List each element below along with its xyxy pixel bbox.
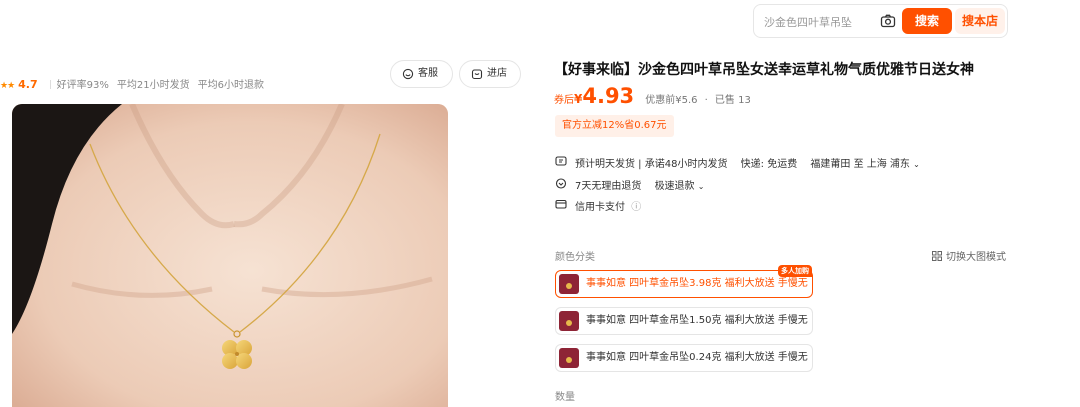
separator-dot: · xyxy=(704,95,708,106)
info-icon[interactable]: ⓘ xyxy=(631,202,641,213)
option-label: 事事如意 四叶草金吊坠3.98克 福利大放送 手慢无 xyxy=(586,278,808,289)
refund-policy[interactable]: 极速退款 xyxy=(655,181,695,192)
option-thumbnail xyxy=(559,348,579,368)
search-input[interactable]: 沙金色四叶草吊坠 xyxy=(764,14,852,30)
headset-icon xyxy=(402,68,414,80)
original-price: 优惠前¥5.6 xyxy=(645,95,698,106)
product-image[interactable] xyxy=(12,104,448,407)
search-shop-button[interactable]: 搜本店 xyxy=(955,8,1005,34)
price-value: 4.93 xyxy=(582,84,635,108)
popular-badge: 多人加购 xyxy=(778,265,812,277)
necklace-photo xyxy=(12,104,448,407)
enter-shop-button[interactable]: 进店 xyxy=(459,60,521,88)
stat-positive-rate: 好评率93% xyxy=(56,80,109,91)
ship-time: 预计明天发货 | 承诺48小时内发货 xyxy=(575,159,728,170)
option-item-1[interactable]: 事事如意 四叶草金吊坠3.98克 福利大放送 手慢无 多人加购 xyxy=(555,265,813,298)
rating-stars-icon: ★★ xyxy=(0,81,15,91)
shop-stats: ★★ 4.7 好评率93% 平均21小时发货 平均6小时退款 xyxy=(0,76,272,91)
camera-icon[interactable] xyxy=(880,13,896,29)
option-thumbnail xyxy=(559,311,579,331)
return-policy: 7天无理由退货 xyxy=(575,181,642,192)
price-label: 券后 xyxy=(554,95,574,106)
product-title: 【好事来临】沙金色四叶草吊坠女送幸运草礼物气质优雅节日送女神 xyxy=(554,62,974,78)
divider xyxy=(49,80,51,89)
option-item-2[interactable]: 事事如意 四叶草金吊坠1.50克 福利大放送 手慢无 xyxy=(555,307,813,335)
stat-ship-time: 平均21小时发货 xyxy=(116,80,190,91)
chevron-down-icon[interactable]: ⌄ xyxy=(913,160,920,169)
search-button[interactable]: 搜索 xyxy=(902,8,952,34)
credit-card-icon xyxy=(555,199,567,209)
chevron-down-icon[interactable]: ⌄ xyxy=(698,182,705,191)
option-thumbnail xyxy=(559,274,579,294)
big-image-mode-toggle[interactable]: 切换大图模式 xyxy=(932,248,1006,263)
customer-service-label: 客服 xyxy=(418,68,438,79)
option-label: 事事如意 四叶草金吊坠1.50克 福利大放送 手慢无 xyxy=(586,315,808,326)
sold-count: 已售 13 xyxy=(714,95,751,106)
option-item-3[interactable]: 事事如意 四叶草金吊坠0.24克 福利大放送 手慢无 xyxy=(555,344,813,372)
price-row: 券后¥4.93 优惠前¥5.6 · 已售 13 xyxy=(554,84,751,108)
shop-icon xyxy=(471,69,483,80)
big-image-mode-label: 切换大图模式 xyxy=(946,252,1006,263)
option-label: 事事如意 四叶草金吊坠0.24克 福利大放送 手慢无 xyxy=(586,352,808,363)
color-section-label: 颜色分类 xyxy=(555,252,595,263)
stat-refund-time: 平均6小时退款 xyxy=(197,80,264,91)
promo-badge: 官方立减12%省0.67元 xyxy=(555,115,674,137)
customer-service-button[interactable]: 客服 xyxy=(390,60,453,88)
enter-shop-label: 进店 xyxy=(487,68,507,79)
payment-row: 信用卡支付 ⓘ xyxy=(555,198,641,213)
quantity-label: 数量 xyxy=(555,392,575,403)
shop-rating: 4.7 xyxy=(18,78,38,91)
search-bar: 沙金色四叶草吊坠 搜索 搜本店 xyxy=(753,4,1008,38)
shipping-fee: 快递: 免运费 xyxy=(740,159,798,170)
delivery-icon xyxy=(555,156,567,166)
shipping-route[interactable]: 福建莆田 至 上海 浦东 xyxy=(810,159,910,170)
returns-row: 7天无理由退货 极速退款 ⌄ xyxy=(555,177,704,192)
grid-icon xyxy=(932,251,942,261)
payment-method: 信用卡支付 xyxy=(575,202,625,213)
delivery-row: 预计明天发货 | 承诺48小时内发货 快递: 免运费 福建莆田 至 上海 浦东 … xyxy=(555,155,920,170)
return-icon xyxy=(555,178,567,189)
